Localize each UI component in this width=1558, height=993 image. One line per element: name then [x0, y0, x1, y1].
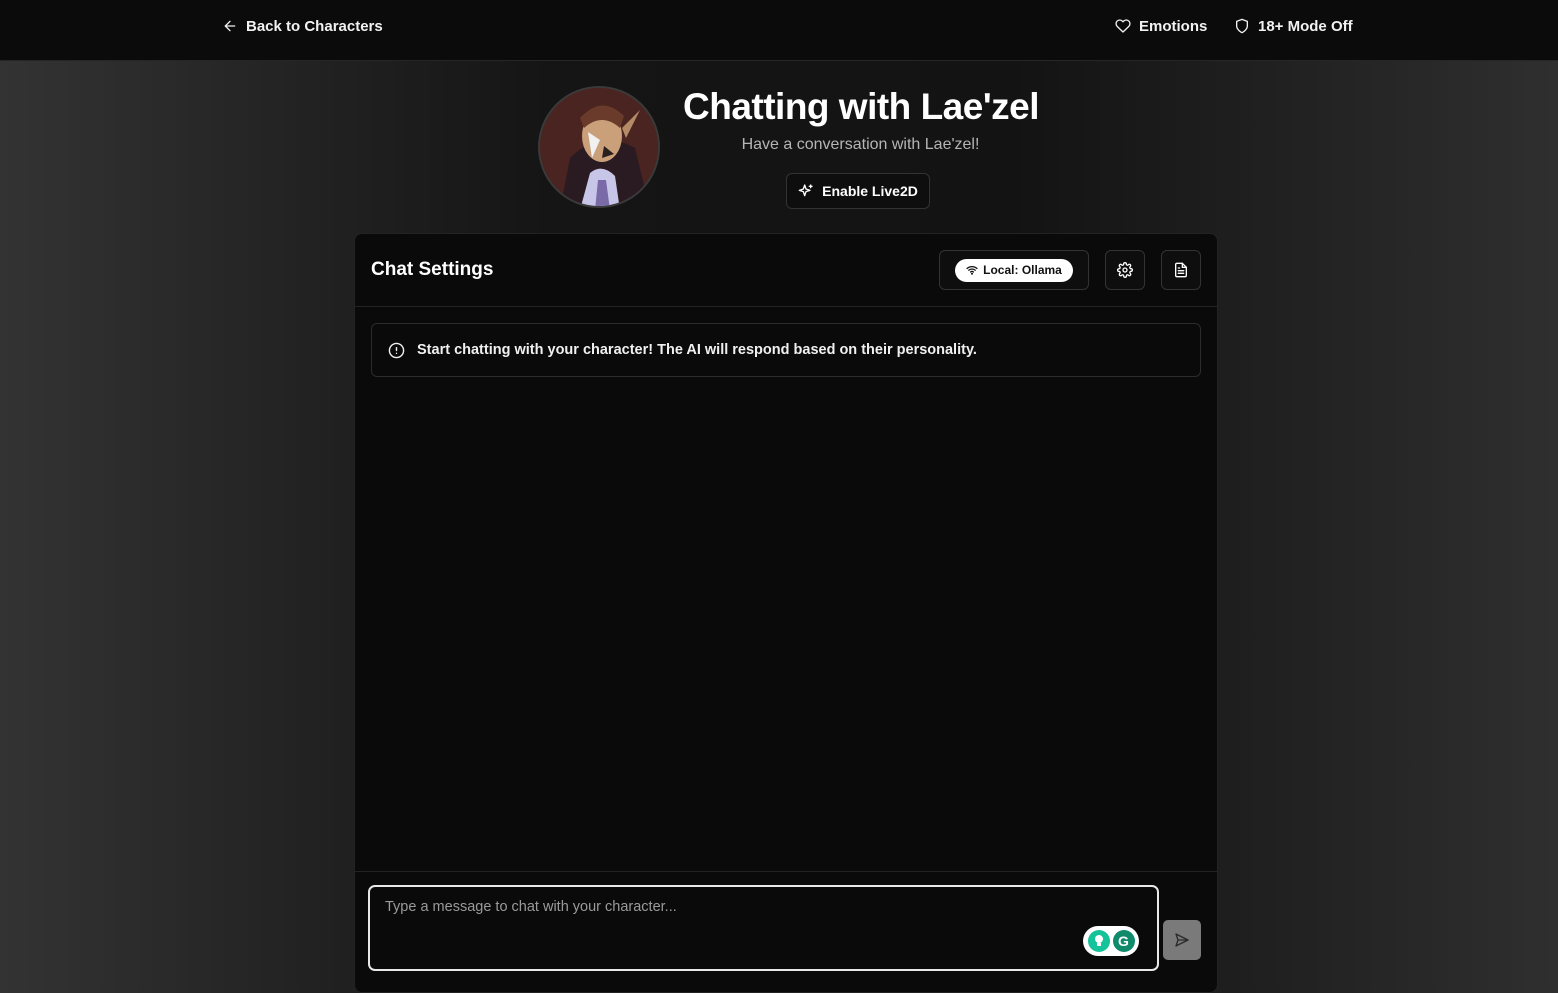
grammarly-bulb-icon — [1087, 930, 1110, 952]
chat-start-notice: Start chatting with your character! The … — [371, 323, 1201, 377]
notice-text: Start chatting with your character! The … — [417, 342, 977, 358]
page-subtitle: Have a conversation with Lae'zel! — [741, 136, 980, 153]
character-avatar — [538, 86, 660, 208]
message-input[interactable] — [368, 885, 1159, 971]
file-text-icon — [1175, 262, 1187, 278]
wifi-icon — [966, 266, 978, 275]
sparkles-icon — [798, 184, 813, 197]
chat-panel: Chat Settings Local: Ollama Start chatti… — [354, 233, 1218, 993]
gear-icon — [1117, 262, 1133, 278]
shield-icon — [1236, 18, 1248, 34]
character-header: Chatting with Lae'zel Have a conversatio… — [538, 86, 1039, 211]
alert-circle-icon — [388, 342, 405, 358]
back-link-label: Back to Characters — [246, 17, 383, 35]
arrow-left-icon — [224, 20, 236, 32]
grammarly-widget[interactable]: G — [1083, 926, 1139, 956]
page-title: Chatting with Lae'zel — [683, 86, 1039, 127]
chat-settings-button[interactable] — [1105, 250, 1145, 290]
character-portrait-image — [540, 88, 658, 206]
chat-settings-title: Chat Settings — [371, 259, 494, 280]
heart-icon — [1115, 19, 1131, 33]
provider-selector[interactable]: Local: Ollama — [939, 250, 1089, 290]
provider-label: Local: Ollama — [983, 263, 1062, 277]
emotions-button[interactable]: Emotions — [1115, 16, 1207, 36]
chat-settings-header: Chat Settings Local: Ollama — [355, 234, 1217, 307]
send-button[interactable] — [1163, 920, 1201, 960]
back-to-characters-link[interactable]: Back to Characters — [222, 16, 383, 36]
send-icon — [1175, 933, 1189, 947]
provider-badge: Local: Ollama — [955, 258, 1073, 282]
emotions-label: Emotions — [1139, 17, 1208, 35]
grammarly-g-icon: G — [1112, 930, 1135, 952]
composer-divider — [355, 871, 1217, 872]
adult-mode-toggle[interactable]: 18+ Mode Off — [1234, 16, 1353, 36]
enable-live2d-label: Enable Live2D — [822, 183, 918, 199]
enable-live2d-button[interactable]: Enable Live2D — [786, 173, 930, 209]
top-navigation-bar: Back to Characters Emotions 18+ Mode Off — [0, 0, 1558, 61]
document-button[interactable] — [1161, 250, 1201, 290]
adult-mode-label: 18+ Mode Off — [1258, 17, 1353, 35]
